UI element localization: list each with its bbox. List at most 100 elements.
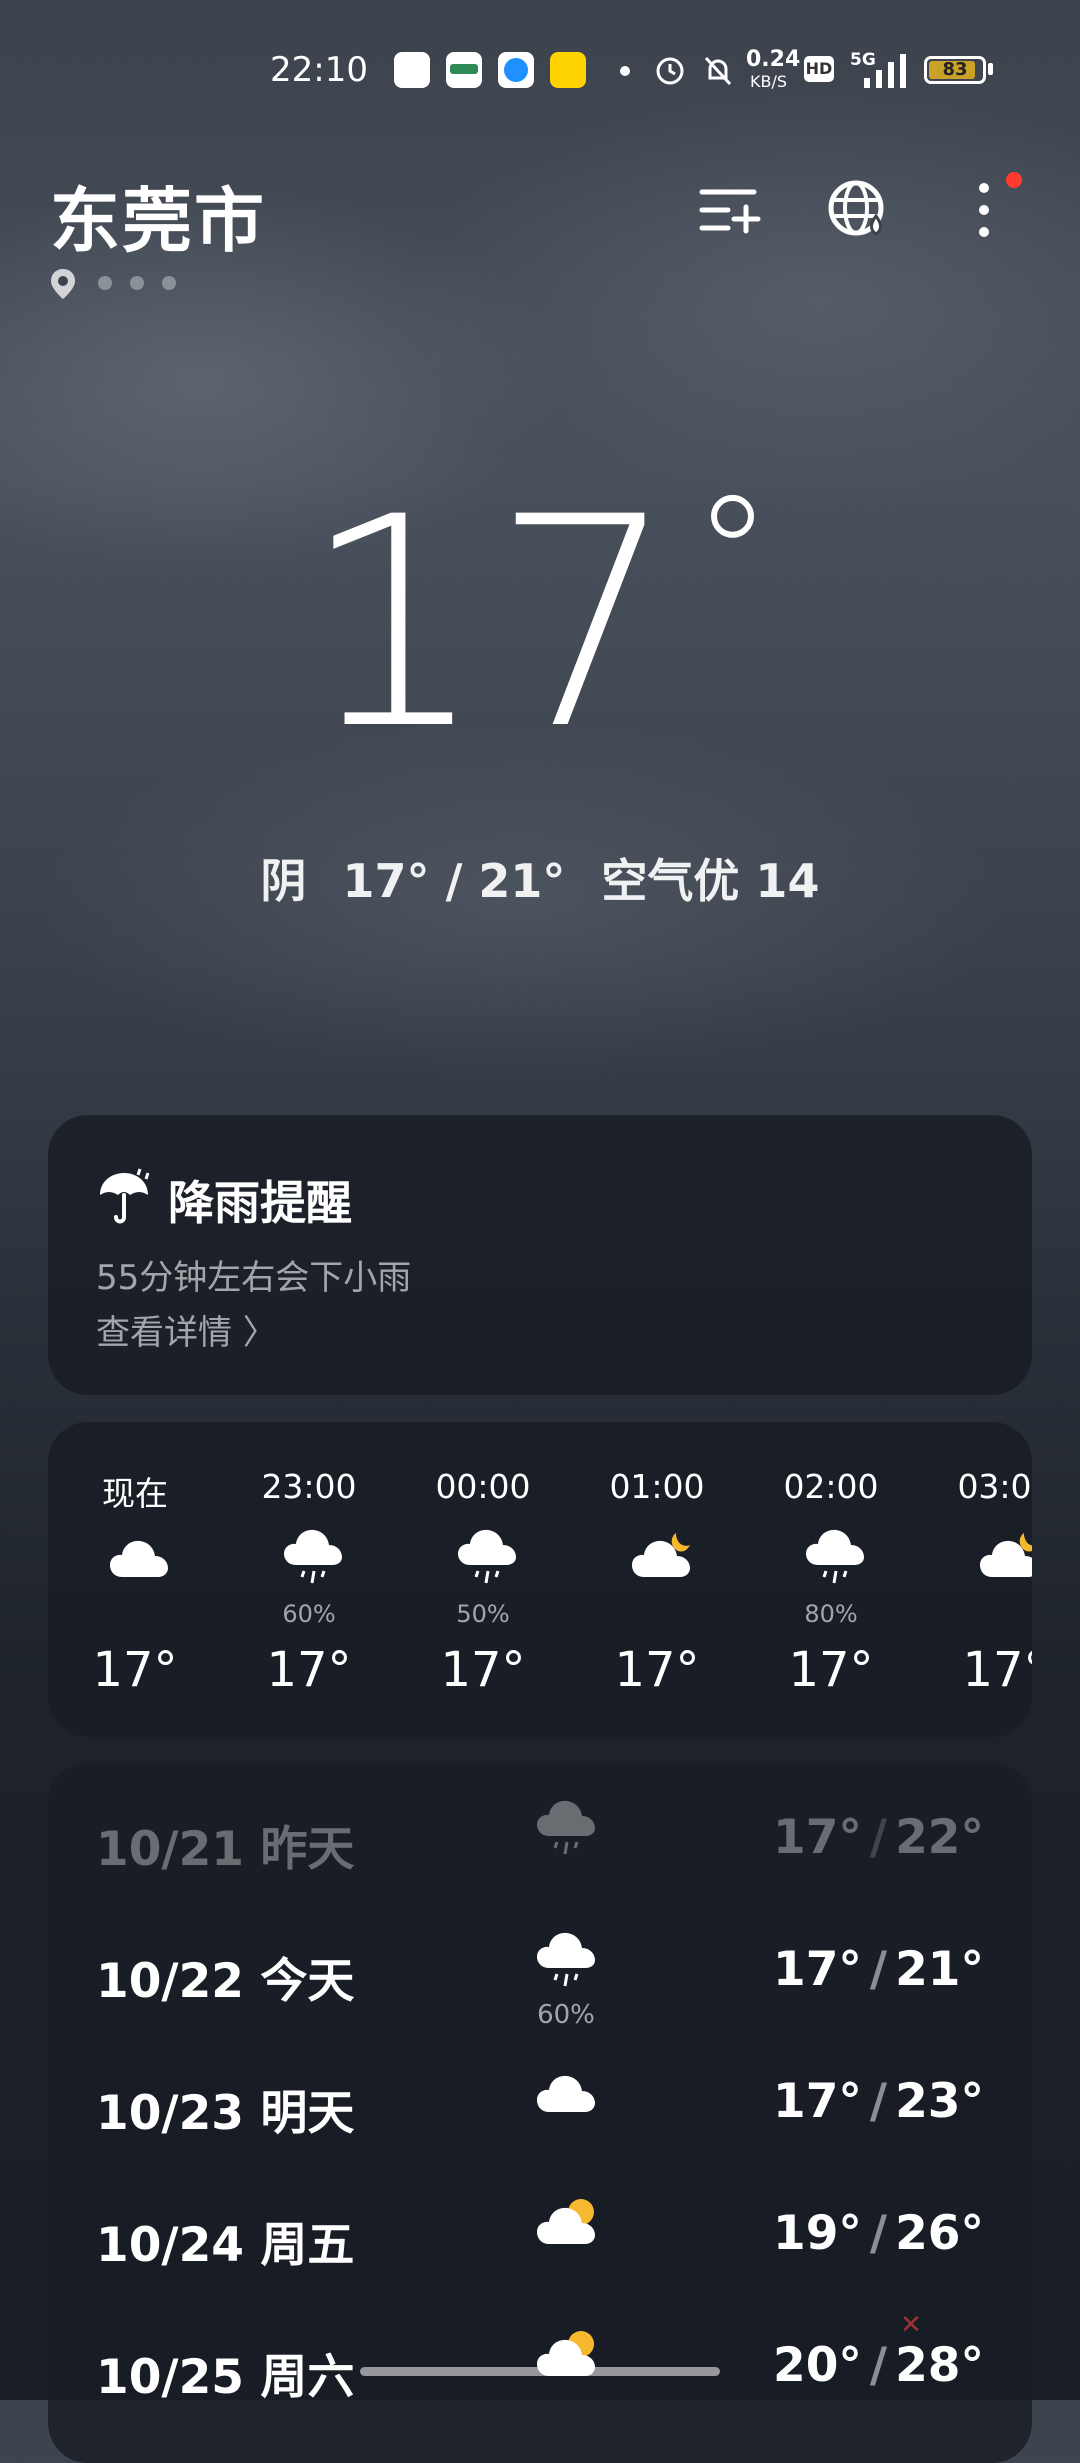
- hourly-item[interactable]: 03:00 17°: [918, 1422, 1032, 1737]
- globe-icon: [828, 180, 884, 236]
- day-date: 10/24 周五: [96, 2218, 355, 2273]
- hd-badge: HD: [804, 56, 834, 82]
- status-time: 22:10: [270, 50, 368, 90]
- hour-time: 现在: [102, 1474, 168, 1513]
- rain-alert-card[interactable]: 降雨提醒 55分钟左右会下小雨 查看详情 〉: [48, 1115, 1032, 1395]
- hour-temp: 17°: [92, 1642, 178, 1698]
- page-indicator-dot: [130, 276, 144, 290]
- current-temperature: 17°: [0, 475, 1080, 770]
- precip-probability: 80%: [804, 1600, 858, 1628]
- battery-tip: [988, 63, 993, 75]
- hourly-item[interactable]: 23:00 60% 17°: [222, 1422, 396, 1737]
- rain-icon: [532, 1930, 602, 1990]
- signal-strength-icon: [864, 54, 906, 88]
- hour-time: 23:00: [261, 1467, 357, 1506]
- page-indicator-dot: [162, 276, 176, 290]
- day-date: 10/22 今天: [96, 1954, 355, 2009]
- rain-icon: [279, 1527, 349, 1587]
- day-temp-range: 20°/28°: [773, 2338, 984, 2393]
- partly-cloudy-night-icon: [627, 1527, 697, 1587]
- daily-row[interactable]: 10/23 明天 17°/23°: [48, 2052, 1032, 2152]
- city-name[interactable]: 东莞市: [50, 165, 266, 266]
- day-high: 22°: [895, 1810, 984, 1865]
- more-vertical-icon: [979, 183, 989, 237]
- daily-row[interactable]: 10/21 昨天 17°/22°: [48, 1788, 1032, 1888]
- day-temp-range: 17°/21°: [773, 1942, 984, 1997]
- hour-time: 00:00: [435, 1467, 531, 1506]
- location-pin-icon: [51, 269, 75, 299]
- day-high: 23°: [895, 2074, 984, 2129]
- daily-row[interactable]: 10/22 今天 60% 17°/21°: [48, 1920, 1032, 2030]
- current-temp-value: 17: [301, 456, 683, 793]
- weather-summary[interactable]: 阴 17° / 21° 空气优 14: [0, 845, 1080, 911]
- degree-symbol: °: [692, 461, 779, 648]
- air-quality: 空气优 14: [601, 854, 820, 908]
- hour-temp: 17°: [962, 1642, 1032, 1698]
- hourly-item[interactable]: 00:00 50% 17°: [396, 1422, 570, 1737]
- notification-dot: [1006, 172, 1022, 188]
- home-indicator[interactable]: [360, 2367, 720, 2376]
- day-date: 10/25 周六: [96, 2350, 355, 2405]
- hour-time: 03:00: [957, 1467, 1032, 1506]
- rain-icon: [532, 1798, 602, 1858]
- umbrella-icon: [100, 1168, 150, 1224]
- partly-cloudy-night-icon: [975, 1527, 1032, 1587]
- hourly-forecast-card[interactable]: 现在 17° 23:00 60% 17° 00:00 50% 17° 01:00 17° 02:00…: [48, 1422, 1032, 1737]
- day-high: 21°: [895, 1942, 984, 1997]
- precip-probability: 50%: [456, 1600, 510, 1628]
- alarm-icon: [656, 57, 684, 85]
- day-low: 17°: [773, 1942, 862, 1997]
- battery-icon: 83: [924, 56, 986, 84]
- temp-range: 17° / 21°: [342, 854, 566, 908]
- day-temp-range: 17°/22°: [773, 1810, 984, 1865]
- day-low: 20°: [773, 2338, 862, 2393]
- list-add-icon: [699, 189, 761, 234]
- oppo-app-icon: [446, 52, 482, 88]
- daily-forecast-card[interactable]: 10/21 昨天 17°/22° 10/22 今天 60% 17°/21° 10/23 明…: [48, 1763, 1032, 2463]
- daily-row[interactable]: 10/24 周五 19°/26°: [48, 2184, 1032, 2284]
- view-details-link[interactable]: 查看详情 〉: [96, 1305, 277, 1354]
- partly-cloudy-icon: [532, 2194, 602, 2254]
- page-indicator-dot: [98, 276, 112, 290]
- hour-temp: 17°: [614, 1642, 700, 1698]
- net-speed-value: 0.24: [746, 47, 801, 72]
- partly-cloudy-icon: [532, 2326, 602, 2386]
- hour-temp: 17°: [440, 1642, 526, 1698]
- rain-alert-desc: 55分钟左右会下小雨: [96, 1258, 412, 1298]
- day-high: 28°: [895, 2338, 984, 2393]
- cloudy-icon: [532, 2062, 602, 2122]
- rain-icon: [453, 1527, 523, 1587]
- global-weather-button[interactable]: [818, 170, 898, 250]
- hourly-item[interactable]: 02:00 80% 17°: [744, 1422, 918, 1737]
- hour-temp: 17°: [266, 1642, 352, 1698]
- mute-bell-icon: [704, 56, 732, 86]
- precip-probability: 60%: [537, 2000, 595, 2030]
- daily-row[interactable]: 10/25 周六 20°/28°: [48, 2316, 1032, 2416]
- day-date: 10/21 昨天: [96, 1822, 355, 1877]
- day-high: 26°: [895, 2206, 984, 2261]
- net-speed-unit: KB/S: [750, 72, 788, 91]
- manage-cities-button[interactable]: [690, 170, 770, 250]
- hourly-item[interactable]: 01:00 17°: [570, 1422, 744, 1737]
- day-low: 19°: [773, 2206, 862, 2261]
- hour-time: 01:00: [609, 1467, 705, 1506]
- game-app-icon: [550, 52, 586, 88]
- battery-level: 83: [942, 59, 968, 80]
- watermark-logo: ✕: [900, 2310, 922, 2340]
- precip-probability: 60%: [282, 1600, 336, 1628]
- condition-text: 阴: [260, 854, 307, 908]
- browser-app-icon: [498, 52, 534, 88]
- hour-temp: 17°: [788, 1642, 874, 1698]
- app-notification-icon: [394, 52, 430, 88]
- day-temp-range: 17°/23°: [773, 2074, 984, 2129]
- day-low: 17°: [773, 1810, 862, 1865]
- hourly-item[interactable]: 现在 17°: [48, 1422, 222, 1737]
- rain-icon: [801, 1527, 871, 1587]
- status-bar: 22:10 0.24 KB/S HD 5G 83: [0, 0, 1080, 140]
- day-temp-range: 19°/26°: [773, 2206, 984, 2261]
- day-date: 10/23 明天: [96, 2086, 355, 2141]
- day-low: 17°: [773, 2074, 862, 2129]
- rain-alert-title: 降雨提醒: [168, 1176, 352, 1230]
- more-notifications-icon: [620, 66, 630, 76]
- cloudy-icon: [105, 1527, 175, 1587]
